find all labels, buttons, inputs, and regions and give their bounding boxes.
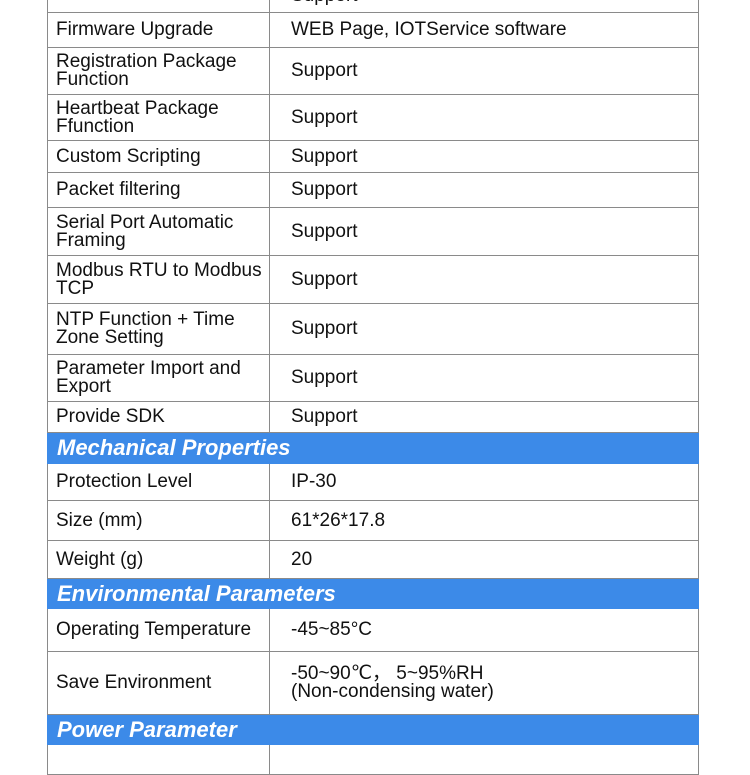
spec-label: Modbus RTU to Modbus TCP: [47, 255, 270, 304]
table-row: Save Environment -50~90℃， 5~95%RH (Non-con…: [47, 651, 699, 715]
spec-value: Support: [269, 47, 699, 95]
spec-value: 61*26*17.8: [269, 500, 699, 541]
table-row: [47, 744, 699, 775]
spec-value: Support: [269, 140, 699, 173]
table-row: Provide SDK Support: [47, 401, 699, 433]
table-row: Modbus RTU to Modbus TCP Support: [47, 255, 699, 304]
section-title: Mechanical Properties: [47, 432, 699, 464]
spec-label: Provide SDK: [47, 401, 270, 433]
spec-value: 20: [269, 540, 699, 579]
spec-label: Custom Scripting: [47, 140, 270, 173]
spec-label: Firmware Upgrade: [47, 12, 270, 48]
table-row: Support: [47, 0, 699, 13]
section-header-environmental: Environmental Parameters: [47, 578, 699, 609]
spec-label: Save Environment: [47, 651, 270, 715]
spec-label: Packet filtering: [47, 172, 270, 208]
spec-label: Serial Port Automatic Framing: [47, 207, 270, 256]
spec-value: Support: [269, 0, 699, 13]
spec-value: Support: [269, 172, 699, 208]
spec-value: Support: [269, 94, 699, 141]
section-header-power: Power Parameter: [47, 714, 699, 745]
spec-value: Support: [269, 303, 699, 355]
section-title: Power Parameter: [47, 714, 699, 745]
spec-value: Support: [269, 255, 699, 304]
spec-label: Operating Temperature: [47, 608, 270, 652]
spec-value: IP-30: [269, 463, 699, 501]
spec-table: Support Firmware UpgradeWEB Page, IOTSer…: [47, 0, 699, 775]
spec-label: Size (mm): [47, 500, 270, 541]
table-row: Parameter Import and Export Support: [47, 354, 699, 402]
table-row: Protection Level IP-30: [47, 463, 699, 501]
spec-label: Protection Level: [47, 463, 270, 501]
spec-label: Parameter Import and Export: [47, 354, 270, 402]
spec-label: Heartbeat Package Ffunction: [47, 94, 270, 141]
spec-value: Support: [269, 207, 699, 256]
spec-label: Weight (g): [47, 540, 270, 579]
table-row: Serial Port Automatic Framing Support: [47, 207, 699, 256]
spec-label: Registration Package Function: [47, 47, 270, 95]
spec-value: WEB Page, IOTService software: [269, 12, 699, 48]
table-row: Weight (g) 20: [47, 540, 699, 579]
table-row: Packet filtering Support: [47, 172, 699, 208]
spec-value: Support: [269, 354, 699, 402]
table-row: Registration Package Function Support: [47, 47, 699, 95]
section-title: Environmental Parameters: [47, 578, 699, 609]
table-row: Size (mm) 61*26*17.8: [47, 500, 699, 541]
spec-label: NTP Function + Time Zone Setting: [47, 303, 270, 355]
table-row: Heartbeat Package Ffunction Support: [47, 94, 699, 141]
spec-value: Support: [269, 401, 699, 433]
table-row: Operating Temperature -45~85°C: [47, 608, 699, 652]
table-row: Firmware Upgrade WEB Page, IOTService sof…: [47, 12, 699, 48]
table-row: Custom Scripting Support: [47, 140, 699, 173]
spec-value-note: (Non-condensing water): [291, 681, 494, 702]
table-row: NTP Function + Time Zone Setting Support: [47, 303, 699, 355]
spec-value: -45~85°C: [269, 608, 699, 652]
section-header-mechanical: Mechanical Properties: [47, 432, 699, 464]
